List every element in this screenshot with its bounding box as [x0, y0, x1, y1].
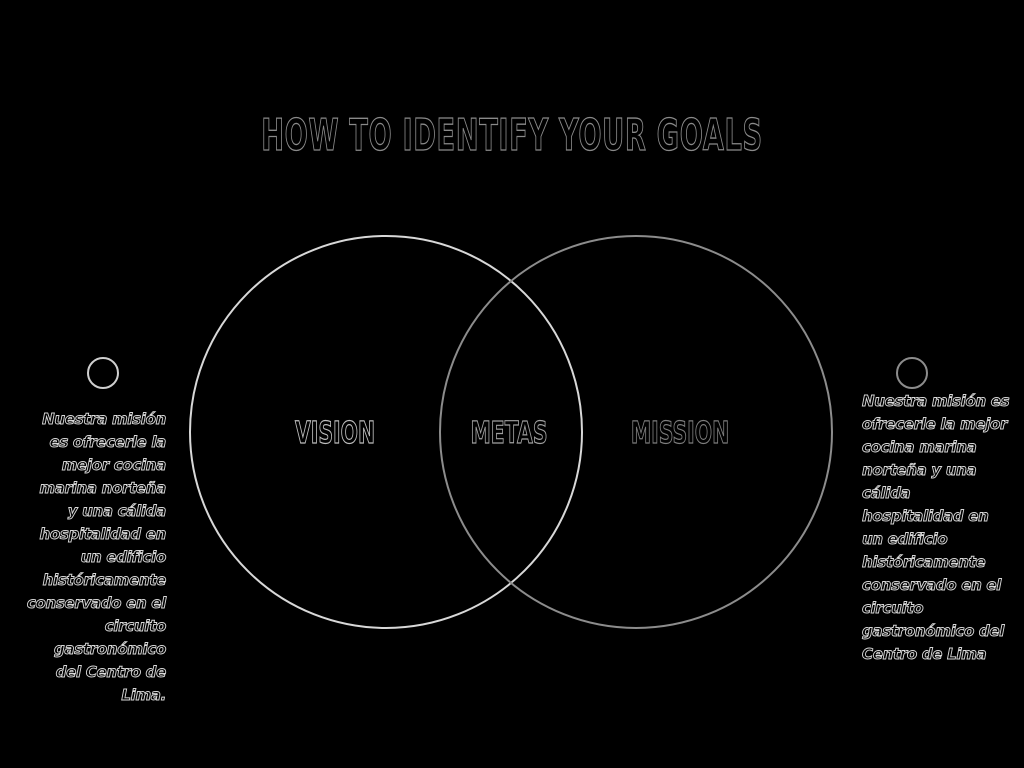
mission-label: MISSION: [630, 415, 730, 451]
vision-label: VISION: [294, 415, 376, 451]
right-ring-icon: [896, 357, 928, 389]
metas-label: METAS: [470, 415, 548, 451]
right-note: Nuestra misión es ofrecerle la mejor coc…: [862, 392, 1010, 664]
left-ring-icon: [87, 357, 119, 389]
left-note: Nuestra misión es ofrecerle la mejor coc…: [26, 410, 166, 705]
